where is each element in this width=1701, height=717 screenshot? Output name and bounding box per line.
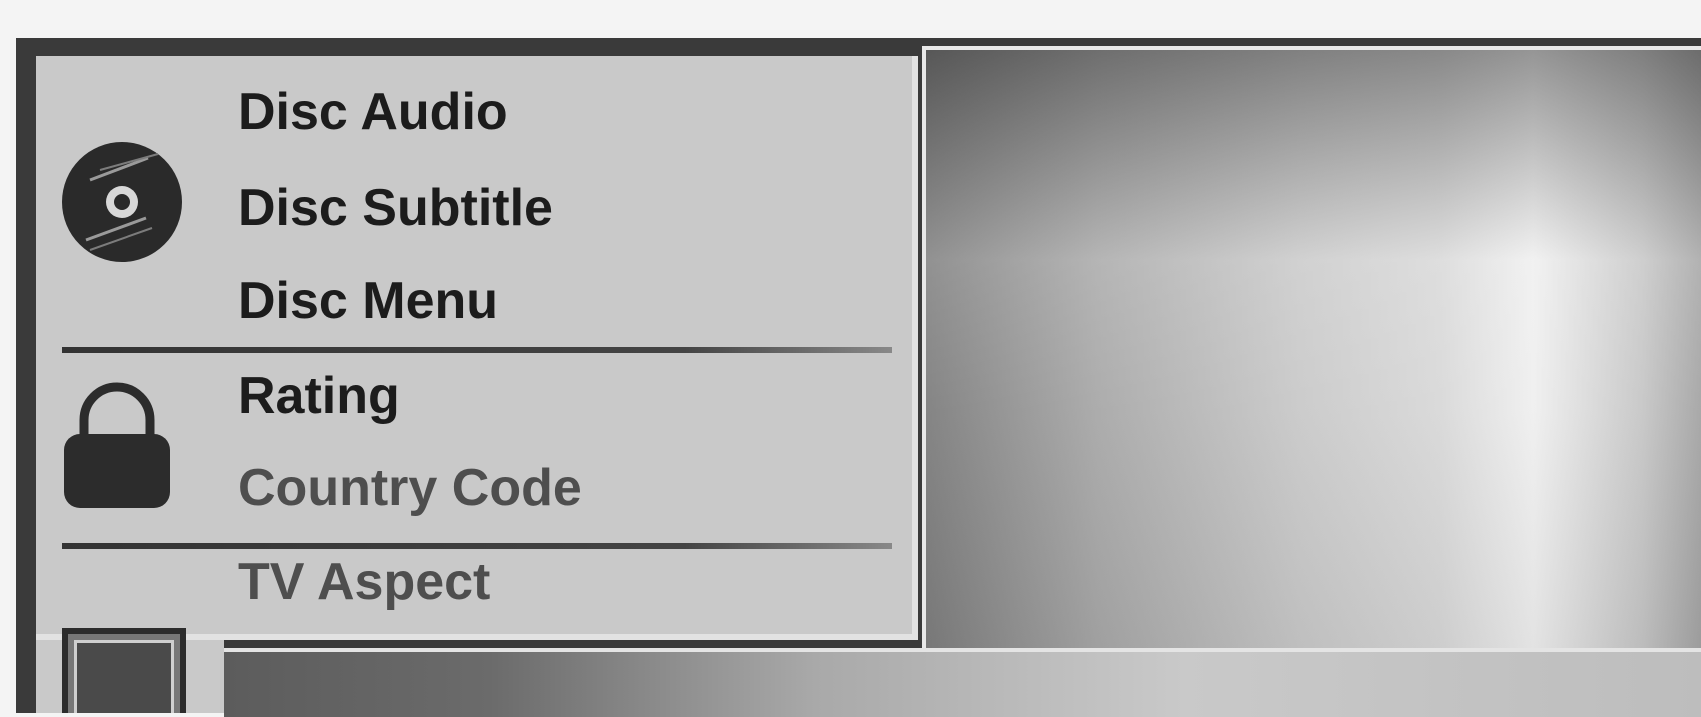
menu-item-disc-audio[interactable]: Disc Audio (238, 86, 508, 138)
disc-icon (62, 142, 182, 262)
menu-item-tv-aspect[interactable]: TV Aspect (238, 556, 490, 608)
menu-item-disc-menu[interactable]: Disc Menu (238, 275, 498, 327)
menu-item-country-code[interactable]: Country Code (238, 462, 582, 514)
menu-item-rating[interactable]: Rating (238, 370, 400, 422)
lock-icon (64, 382, 170, 508)
menu-item-disc-subtitle[interactable]: Disc Subtitle (238, 182, 553, 234)
menu-divider (62, 347, 892, 353)
submenu-panel (922, 46, 1701, 650)
menu-divider (62, 543, 892, 549)
bottom-highlight-bar (224, 648, 1701, 717)
tv-screen-icon (62, 628, 186, 713)
